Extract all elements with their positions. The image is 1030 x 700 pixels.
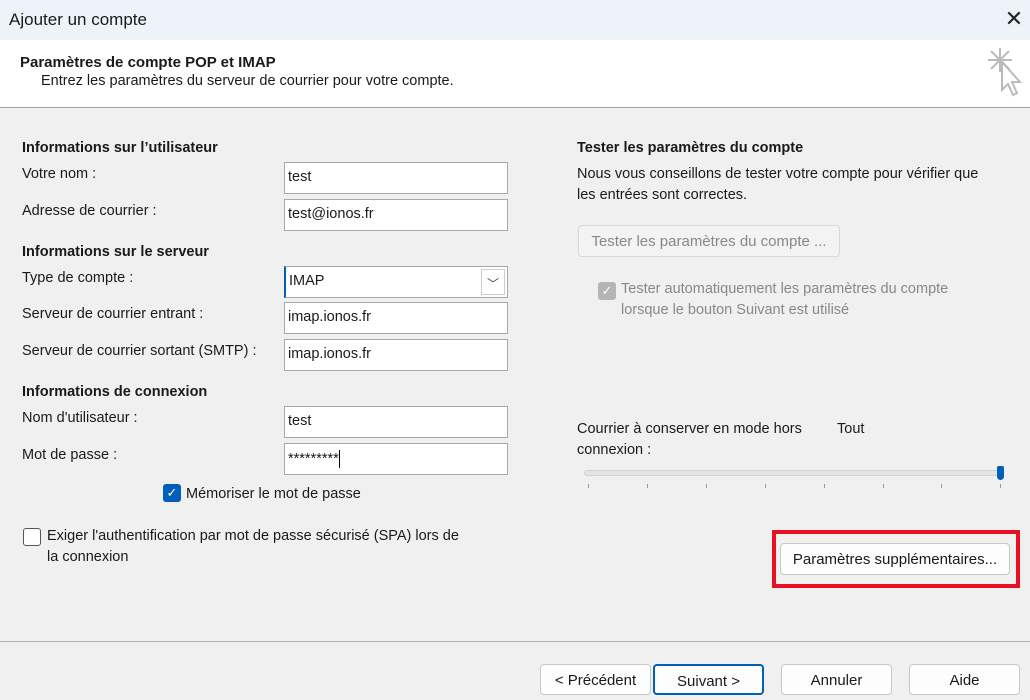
login-info-heading: Informations de connexion: [22, 384, 207, 400]
page-subtitle: Entrez les paramètres du serveur de cour…: [41, 73, 454, 89]
offline-slider-track[interactable]: [584, 470, 1002, 476]
header-panel: Paramètres de compte POP et IMAP Entrez …: [0, 40, 1030, 108]
account-type-value: IMAP: [289, 273, 324, 289]
slider-tick: [941, 484, 942, 488]
slider-tick: [588, 484, 589, 488]
remember-password-label: Mémoriser le mot de passe: [186, 486, 361, 502]
username-input[interactable]: test: [284, 406, 508, 438]
offline-value: Tout: [837, 421, 864, 437]
incoming-label: Serveur de courrier entrant :: [22, 306, 203, 322]
server-info-heading: Informations sur le serveur: [22, 244, 209, 260]
account-type-label: Type de compte :: [22, 270, 133, 286]
name-label: Votre nom :: [22, 166, 96, 182]
password-value: *********: [288, 451, 339, 467]
password-input[interactable]: *********: [284, 443, 508, 475]
cursor-sparkle-icon: [986, 46, 1026, 98]
spa-checkbox[interactable]: [23, 528, 41, 546]
test-desc-line1: Nous vous conseillons de tester votre co…: [577, 166, 978, 182]
auto-test-line1: Tester automatiquement les paramètres du…: [621, 281, 948, 297]
slider-tick: [824, 484, 825, 488]
name-input[interactable]: test: [284, 162, 508, 194]
remember-password-checkbox[interactable]: ✓: [163, 484, 181, 502]
slider-tick: [883, 484, 884, 488]
footer-divider: [0, 641, 1030, 642]
close-icon[interactable]: ✕: [1000, 6, 1028, 34]
outgoing-label: Serveur de courrier sortant (SMTP) :: [22, 343, 257, 359]
email-input[interactable]: test@ionos.fr: [284, 199, 508, 231]
spa-label-line2: la connexion: [47, 549, 128, 565]
slider-tick: [765, 484, 766, 488]
help-button[interactable]: Aide: [909, 664, 1020, 695]
incoming-server-input[interactable]: imap.ionos.fr: [284, 302, 508, 334]
email-label: Adresse de courrier :: [22, 203, 157, 219]
chevron-down-icon[interactable]: ﹀: [481, 269, 505, 295]
test-desc-line2: les entrées sont correctes.: [577, 187, 747, 203]
slider-tick: [706, 484, 707, 488]
spa-label-line1: Exiger l'authentification par mot de pas…: [47, 528, 459, 544]
account-type-select[interactable]: IMAP ﹀: [284, 266, 508, 298]
next-button[interactable]: Suivant >: [653, 664, 764, 695]
slider-tick: [1000, 484, 1001, 488]
cancel-button[interactable]: Annuler: [781, 664, 892, 695]
page-title: Paramètres de compte POP et IMAP: [20, 54, 276, 71]
password-label: Mot de passe :: [22, 447, 117, 463]
auto-test-checkbox[interactable]: ✓: [598, 282, 616, 300]
test-settings-button[interactable]: Tester les paramètres du compte ...: [578, 225, 840, 257]
slider-tick: [647, 484, 648, 488]
user-info-heading: Informations sur l’utilisateur: [22, 140, 218, 156]
auto-test-line2: lorsque le bouton Suivant est utilisé: [621, 302, 849, 318]
more-settings-button[interactable]: Paramètres supplémentaires...: [780, 543, 1010, 575]
title-bar: [0, 0, 1030, 40]
offline-label-line1: Courrier à conserver en mode hors: [577, 421, 802, 437]
test-heading: Tester les paramètres du compte: [577, 140, 803, 156]
outgoing-server-input[interactable]: imap.ionos.fr: [284, 339, 508, 371]
previous-button[interactable]: < Précédent: [540, 664, 651, 695]
offline-label-line2: connexion :: [577, 442, 651, 458]
window-title: Ajouter un compte: [9, 10, 147, 30]
offline-slider-thumb[interactable]: [997, 466, 1004, 480]
username-label: Nom d'utilisateur :: [22, 410, 138, 426]
